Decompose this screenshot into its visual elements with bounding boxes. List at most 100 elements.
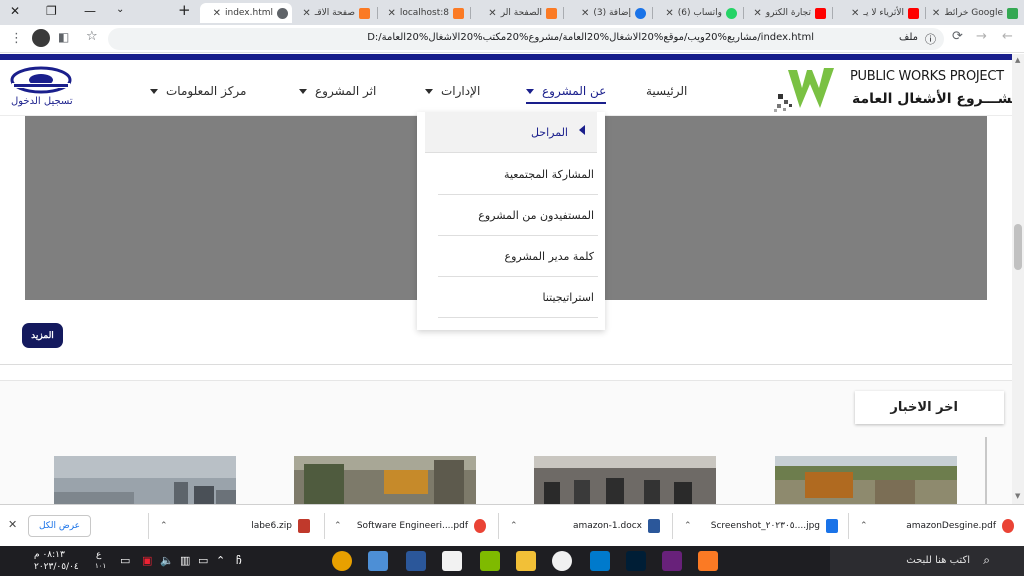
xampp-app-icon[interactable] (698, 551, 718, 571)
speaker-icon[interactable]: 🔈 (160, 554, 174, 567)
dropdown-item-phases[interactable]: المراحل (425, 112, 597, 153)
scroll-up-icon[interactable]: ▲ (1015, 56, 1020, 64)
search-app-icon[interactable] (332, 551, 352, 571)
chevron-up-icon[interactable]: ⌃ (334, 521, 342, 531)
minimize-window-icon[interactable]: — (84, 4, 96, 18)
download-item[interactable]: ⌃ Software Engineeri....pdf (334, 514, 486, 538)
photoshop-app-icon[interactable] (626, 551, 646, 571)
close-downloads-icon[interactable]: ✕ (8, 518, 17, 531)
people-icon[interactable]: ჩ (236, 554, 242, 567)
close-tab-icon[interactable]: ✕ (932, 8, 940, 19)
nav-impact[interactable]: اثر المشروع (299, 84, 376, 98)
battery-icon[interactable]: ▭ (198, 554, 208, 567)
chevron-down-icon (425, 89, 433, 94)
avatar[interactable] (32, 29, 50, 47)
login-link[interactable]: تسجيل الدخول (11, 96, 73, 107)
download-item[interactable]: ⌃ amazon-1.docx (510, 514, 660, 538)
tab-title: (6) واتساب (677, 8, 722, 18)
vscode-app-icon[interactable] (590, 551, 610, 571)
news-vertical-rule (985, 437, 987, 504)
brand-logo-icon (774, 64, 846, 114)
tray-chevron-icon[interactable]: ⌃ (216, 554, 225, 567)
news-image[interactable] (54, 456, 236, 504)
download-item[interactable]: ⌃ labe6.zip (160, 514, 310, 538)
dropdown-item-label: المشاركة المجتمعية (504, 167, 594, 181)
news-image[interactable] (534, 456, 716, 504)
info-icon[interactable]: ⓘ (925, 31, 936, 47)
clock-time[interactable]: ٠٨:١٣ م (34, 550, 65, 560)
tab-item[interactable]: localhost:8 ✕ (380, 3, 468, 23)
new-tab-button[interactable]: + (178, 1, 191, 19)
nav-departments[interactable]: الإدارات (425, 84, 480, 98)
news-image[interactable] (775, 456, 957, 504)
tab-search-icon[interactable]: ⌄ (116, 4, 124, 15)
close-tab-icon[interactable]: ✕ (851, 8, 859, 19)
nav-impact-label: اثر المشروع (315, 84, 377, 98)
close-tab-icon[interactable]: ✕ (213, 8, 221, 19)
omnibox[interactable]: D:/مشاريع%20ويب/موقع%20الاشغال%20العامة/… (108, 28, 944, 50)
url-text[interactable]: D:/مشاريع%20ويب/موقع%20الاشغال%20العامة/… (367, 32, 814, 43)
close-tab-icon[interactable]: ✕ (488, 8, 496, 19)
tab-item[interactable]: صفحة الاقـ ✕ (296, 3, 374, 23)
reload-icon[interactable]: ⟳ (952, 29, 963, 44)
show-all-downloads-button[interactable]: عرض الكل (28, 515, 91, 537)
store-app-icon[interactable] (480, 551, 500, 571)
tab-title: (3) إضافة (593, 8, 631, 18)
dropdown-item-strategy[interactable]: استراتيجيتنا (438, 277, 598, 318)
close-tab-icon[interactable]: ✕ (581, 8, 589, 19)
download-item[interactable]: ⌃ Screenshot_٢٠٢٣٠٥....jpg (684, 514, 838, 538)
back-icon[interactable]: ← (1002, 29, 1013, 44)
word-app-icon[interactable] (406, 551, 426, 571)
scroll-down-icon[interactable]: ▼ (1015, 492, 1020, 500)
chrome-app-icon[interactable] (552, 551, 572, 571)
tab-item[interactable]: خرائط Google ✕ (928, 3, 1022, 23)
visual-studio-app-icon[interactable] (662, 551, 682, 571)
chevron-up-icon[interactable]: ⌃ (160, 521, 168, 531)
menu-icon[interactable]: ⋮ (10, 31, 23, 46)
page-scrollbar[interactable]: ▲ ▼ (1012, 54, 1024, 504)
dropdown-item-director-word[interactable]: كلمة مدير المشروع (438, 236, 598, 277)
tab-index[interactable]: index.html ✕ (200, 3, 292, 23)
download-item[interactable]: ⌃ amazonDesgine.pdf (860, 514, 1014, 538)
nav-about[interactable]: عن المشروع (526, 84, 607, 104)
news-image[interactable] (294, 456, 476, 504)
download-name: amazon-1.docx (572, 521, 642, 531)
tab-item[interactable]: (6) واتساب ✕ (655, 3, 741, 23)
taskbar-search-box[interactable]: اكتب هنا للبحث ⌕ (830, 546, 1024, 576)
notification-icon[interactable]: ▭ (120, 554, 130, 567)
close-tab-icon[interactable]: ✕ (753, 8, 761, 19)
chevron-up-icon[interactable]: ⌃ (510, 521, 518, 531)
explorer-app-icon[interactable] (516, 551, 536, 571)
tab-item[interactable]: (3) إضافة ✕ (566, 3, 650, 23)
zip-file-icon (298, 519, 310, 533)
side-panel-icon[interactable]: ◧ (58, 30, 69, 44)
tab-item[interactable]: الصفحة الر ✕ (473, 3, 561, 23)
more-button[interactable]: المزيد (22, 323, 63, 348)
paint-app-icon[interactable] (368, 551, 388, 571)
clock-date[interactable]: ٢٠٢٣/٠٥/٠٤ (34, 562, 79, 572)
close-tab-icon[interactable]: ✕ (665, 8, 673, 19)
login-logo-icon[interactable] (10, 66, 72, 94)
nav-home[interactable]: الرئيسية (646, 84, 687, 98)
address-bar: ⋮ ◧ ☆ ⇪ D:/مشاريع%20ويب/موقع%20الاشغال%2… (0, 25, 1024, 53)
photos-app-icon[interactable] (442, 551, 462, 571)
tab-item[interactable]: تجارة الكترو ✕ (746, 3, 830, 23)
keyboard-language[interactable]: ع (96, 550, 101, 560)
close-window-icon[interactable]: ✕ (10, 4, 20, 18)
restore-window-icon[interactable]: ❐ (46, 4, 57, 18)
chevron-up-icon[interactable]: ⌃ (684, 521, 692, 531)
nav-info-center[interactable]: مركز المعلومات (150, 84, 246, 98)
dropdown-item-community[interactable]: المشاركة المجتمعية (438, 154, 598, 195)
close-tab-icon[interactable]: ✕ (387, 8, 395, 19)
bookmark-star-icon[interactable]: ☆ (86, 29, 98, 44)
nav-info-center-label: مركز المعلومات (166, 84, 247, 98)
show-desktop-button[interactable] (0, 546, 18, 576)
tab-item[interactable]: الأثرياء لا يـ ✕ (835, 3, 923, 23)
network-icon[interactable]: ▥ (180, 554, 190, 567)
app-tray-icon[interactable]: ▣ (142, 554, 152, 567)
forward-icon[interactable]: → (976, 29, 987, 44)
chevron-up-icon[interactable]: ⌃ (860, 521, 868, 531)
close-tab-icon[interactable]: ✕ (302, 8, 310, 19)
scroll-thumb[interactable] (1014, 224, 1022, 270)
dropdown-item-beneficiaries[interactable]: المستفيدون من المشروع (438, 195, 598, 236)
